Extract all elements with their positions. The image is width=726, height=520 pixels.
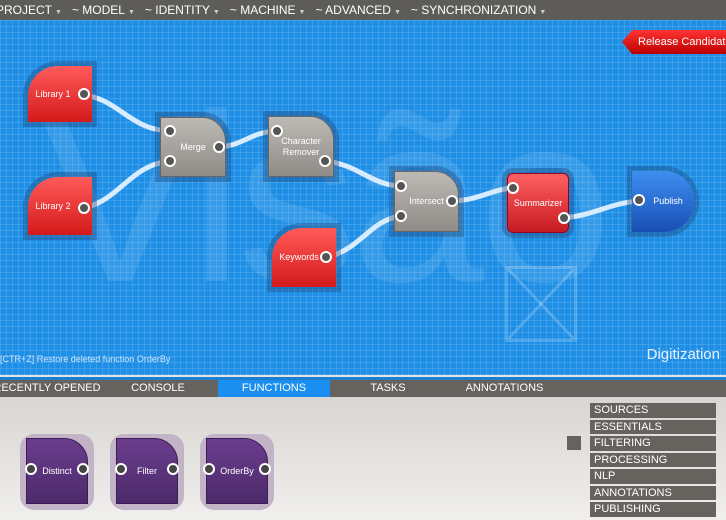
menu-synchronization[interactable]: ~ SYNCHRONIZATION ▼: [411, 3, 546, 17]
node-label: Intersect: [409, 196, 444, 206]
output-port: [167, 463, 179, 475]
output-port[interactable]: [446, 195, 458, 207]
tab-annotations[interactable]: ANNOTATIONS: [452, 380, 557, 397]
node-library-1[interactable]: Library 1: [28, 66, 92, 122]
output-port[interactable]: [213, 141, 225, 153]
node-publish[interactable]: Publish: [632, 171, 694, 232]
function-label: Filter: [137, 466, 157, 476]
node-label: Keywords: [279, 252, 319, 262]
workspace-title: Digitization: [646, 346, 720, 363]
wire: [561, 198, 642, 221]
status-message: [CTR+Z] Restore deleted function OrderBy: [0, 354, 171, 364]
release-candidate-badge: Release Candidate: [622, 30, 726, 54]
node-intersect[interactable]: Intersect: [394, 171, 459, 232]
menu-project[interactable]: PROJECT ▼: [0, 3, 62, 17]
node-label: Summarizer: [513, 197, 563, 208]
tab-functions[interactable]: FUNCTIONS: [218, 380, 330, 397]
selected-category-indicator: [567, 436, 581, 450]
output-port: [77, 463, 89, 475]
menu-identity[interactable]: ~ IDENTITY ▼: [145, 3, 220, 17]
menu-machine[interactable]: ~ MACHINE ▼: [230, 3, 306, 17]
output-port[interactable]: [319, 155, 331, 167]
workflow-canvas[interactable]: Visão Library 1 Library 2 Merge Characte…: [0, 20, 726, 375]
wire: [449, 185, 515, 204]
function-label: Distinct: [42, 466, 72, 476]
input-port[interactable]: [395, 210, 407, 222]
node-merge[interactable]: Merge: [160, 117, 226, 177]
category-filtering[interactable]: FILTERING: [590, 436, 716, 451]
input-port: [25, 463, 37, 475]
connections: [81, 92, 642, 260]
node-keywords[interactable]: Keywords: [272, 228, 336, 287]
node-label: Library 1: [35, 88, 71, 99]
function-filter[interactable]: Filter: [110, 434, 184, 510]
bottom-tabs: RECENTLY OPENED CONSOLE FUNCTIONS TASKS …: [0, 377, 726, 397]
tab-console[interactable]: CONSOLE: [118, 380, 198, 397]
category-sources[interactable]: SOURCES: [590, 403, 716, 418]
input-port: [115, 463, 127, 475]
output-port[interactable]: [78, 88, 90, 100]
node-label: Publish: [653, 196, 683, 206]
output-port[interactable]: [78, 202, 90, 214]
wire: [81, 158, 173, 211]
node-label: Merge: [180, 141, 206, 152]
node-summarizer[interactable]: Summarizer: [507, 173, 570, 233]
node-label: Character Remover: [281, 135, 321, 157]
output-port[interactable]: [558, 212, 570, 224]
wire: [322, 158, 404, 189]
node-character-remover[interactable]: Character Remover: [268, 116, 334, 177]
menu-model[interactable]: ~ MODEL ▼: [72, 3, 135, 17]
category-essentials[interactable]: ESSENTIALS: [590, 419, 716, 434]
output-port: [259, 463, 271, 475]
input-port[interactable]: [507, 182, 519, 194]
input-port[interactable]: [395, 180, 407, 192]
input-port[interactable]: [164, 125, 176, 137]
wire: [81, 92, 173, 134]
menu-bar: PROJECT ▼ ~ MODEL ▼ ~ IDENTITY ▼ ~ MACHINE ▼…: [0, 0, 726, 20]
output-port[interactable]: [320, 251, 332, 263]
category-nlp[interactable]: NLP: [590, 469, 716, 484]
tab-tasks[interactable]: TASKS: [358, 380, 418, 397]
wire: [324, 213, 404, 260]
function-distinct[interactable]: Distinct: [20, 434, 94, 510]
function-orderby[interactable]: OrderBy: [200, 434, 274, 510]
node-label: Library 2: [35, 200, 71, 211]
input-port[interactable]: [633, 194, 645, 206]
input-port[interactable]: [164, 155, 176, 167]
category-publishing[interactable]: PUBLISHING: [590, 502, 716, 517]
function-label: OrderBy: [220, 466, 254, 476]
input-port[interactable]: [271, 125, 283, 137]
category-processing[interactable]: PROCESSING: [590, 452, 716, 467]
menu-advanced[interactable]: ~ ADVANCED ▼: [315, 3, 400, 17]
node-library-2[interactable]: Library 2: [28, 177, 92, 235]
category-list: SOURCES ESSENTIALS FILTERING PROCESSING …: [590, 403, 716, 519]
input-port: [203, 463, 215, 475]
category-annotations[interactable]: ANNOTATIONS: [590, 485, 716, 500]
tab-recently-opened[interactable]: RECENTLY OPENED: [0, 380, 102, 397]
